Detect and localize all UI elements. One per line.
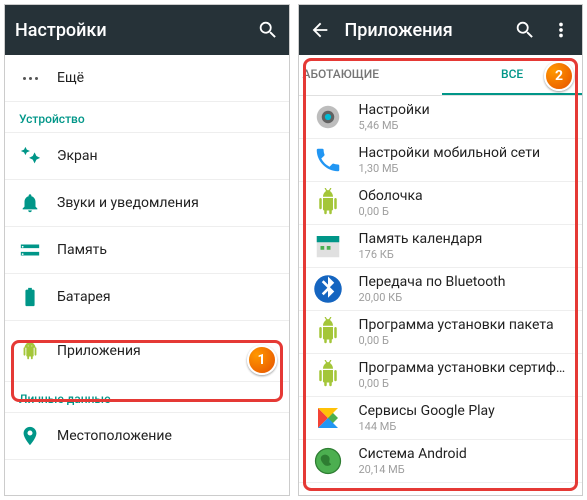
tab-label: АБОТАЮЩИЕ [303,67,380,81]
back-icon[interactable] [309,19,331,41]
appbar-title: Приложения [345,20,501,41]
section-personal: Личные данные [5,382,289,413]
apps-icon [19,340,41,362]
app-size: 0,00 Б [359,205,573,218]
bluetooth-icon [313,274,343,304]
app-name: Сервисы Google Play [359,403,573,419]
row-location[interactable]: Местоположение [5,413,289,460]
app-name: Программа установки пакета [359,317,573,333]
app-name: Настройки [359,102,573,118]
settings-screen: Настройки Ещё Устройство Экран Звуки и у… [4,4,290,496]
row-battery[interactable]: Батарея [5,274,289,321]
row-label: Звуки и уведомления [57,195,279,211]
row-display[interactable]: Экран [5,133,289,180]
app-name: Оболочка [359,188,573,204]
phone-icon [313,145,343,175]
appbar-title: Настройки [15,20,243,41]
settings-icon [313,102,343,132]
app-size: 0,00 Б [359,334,573,347]
app-name: Программа установки сертификата [359,360,573,376]
appbar: Приложения [299,5,583,55]
android-icon [313,317,343,347]
section-device: Устройство [5,102,289,133]
app-size: 20,14 МБ [359,463,573,476]
android-icon [313,360,343,390]
row-storage[interactable]: Память [5,227,289,274]
app-size: 20,00 КБ [359,291,573,304]
app-name: Система Android [359,446,573,462]
play-icon [313,403,343,433]
apps-screen: Приложения АБОТАЮЩИЕ ВСЕ Настройки5,46 М… [298,4,584,496]
app-row[interactable]: Сервисы Google Play144 МБ [299,397,583,440]
row-label: Экран [57,148,279,164]
row-label: Приложения [57,343,279,359]
globe-icon [313,446,343,476]
app-row[interactable]: Программа установки пакета0,00 Б [299,311,583,354]
search-icon[interactable] [514,19,536,41]
row-apps[interactable]: Приложения [5,321,289,382]
row-label: Местоположение [57,428,279,444]
overflow-icon[interactable] [550,19,572,41]
battery-icon [19,286,41,308]
badge-2: 2 [544,61,574,91]
app-row[interactable]: Настройки мобильной сети1,30 МБ [299,139,583,182]
app-size: 176 КБ [359,248,573,261]
tab-running[interactable]: АБОТАЮЩИЕ [299,55,443,95]
more-icon [19,67,41,89]
app-size: 144 МБ [359,420,573,433]
app-row[interactable]: Память календаря176 КБ [299,225,583,268]
search-icon[interactable] [257,19,279,41]
more-row[interactable]: Ещё [5,55,289,102]
android-icon [313,188,343,218]
row-sound[interactable]: Звуки и уведомления [5,180,289,227]
app-name: Настройки мобильной сети [359,145,573,161]
more-label: Ещё [57,70,279,86]
bell-icon [19,192,41,214]
tabs: АБОТАЮЩИЕ ВСЕ [299,55,583,96]
app-row[interactable]: Передача по Bluetooth20,00 КБ [299,268,583,311]
row-label: Батарея [57,289,279,305]
app-row[interactable]: Система Android20,14 МБ [299,440,583,483]
app-row[interactable]: Оболочка0,00 Б [299,182,583,225]
display-icon [19,145,41,167]
app-size: 0,00 Б [359,377,573,390]
storage-icon [19,239,41,261]
location-icon [19,425,41,447]
tab-label: ВСЕ [501,67,523,81]
app-size: 5,46 МБ [359,119,573,132]
app-row[interactable]: Настройки5,46 МБ [299,96,583,139]
app-name: Память календаря [359,231,573,247]
apps-list[interactable]: Настройки5,46 МБНастройки мобильной сети… [299,96,583,495]
app-row[interactable]: Программа установки сертификата0,00 Б [299,354,583,397]
app-size: 1,30 МБ [359,162,573,175]
calendar-icon [313,231,343,261]
app-name: Передача по Bluetooth [359,274,573,290]
appbar: Настройки [5,5,289,55]
settings-content: Ещё Устройство Экран Звуки и уведомления… [5,55,289,495]
badge-1: 1 [247,345,277,375]
row-label: Память [57,242,279,258]
